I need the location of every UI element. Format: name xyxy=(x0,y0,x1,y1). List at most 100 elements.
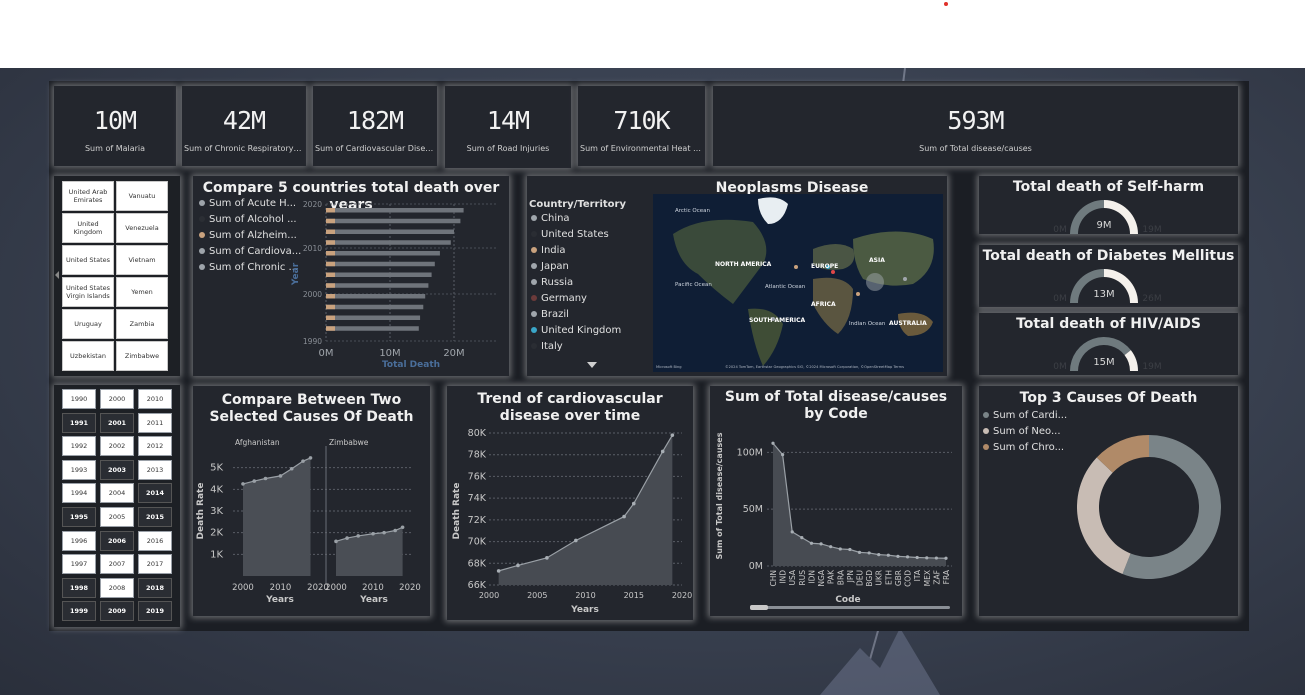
year-option[interactable]: 2000 xyxy=(100,389,134,409)
data-point[interactable] xyxy=(400,525,405,530)
bar-segment[interactable] xyxy=(326,261,335,267)
bar[interactable] xyxy=(326,304,424,310)
bar-segment[interactable] xyxy=(326,240,335,245)
year-option[interactable]: 2004 xyxy=(100,483,134,504)
data-point[interactable] xyxy=(886,553,890,557)
year-option[interactable]: 2013 xyxy=(138,459,172,480)
data-point[interactable] xyxy=(857,550,862,554)
legend-item[interactable]: Japan xyxy=(531,261,569,272)
year-option[interactable]: 2017 xyxy=(138,554,172,575)
year-option[interactable]: 2016 xyxy=(138,530,172,551)
bar[interactable] xyxy=(326,326,419,331)
data-point[interactable] xyxy=(660,449,665,454)
year-option[interactable]: 1992 xyxy=(62,436,96,457)
scrollbar-thumb[interactable] xyxy=(750,605,768,610)
data-point[interactable] xyxy=(867,551,871,555)
data-point[interactable] xyxy=(278,474,283,478)
year-option[interactable]: 1991 xyxy=(62,412,96,433)
legend-item[interactable]: Brazil xyxy=(531,309,569,320)
data-point[interactable] xyxy=(496,569,501,573)
bar-segment[interactable] xyxy=(326,218,335,224)
bar-segment[interactable] xyxy=(326,208,335,213)
year-option[interactable]: 2006 xyxy=(100,530,134,551)
year-option[interactable]: 2015 xyxy=(138,507,172,527)
country-option[interactable]: Zimbabwe xyxy=(116,341,168,371)
data-point[interactable] xyxy=(670,433,675,437)
data-point[interactable] xyxy=(308,456,313,460)
year-option[interactable]: 2001 xyxy=(100,412,134,433)
year-option[interactable]: 2003 xyxy=(100,459,134,480)
bar-segment[interactable] xyxy=(326,315,335,321)
country-option[interactable]: Yemen xyxy=(116,277,168,307)
data-point[interactable] xyxy=(819,542,823,546)
donut-slice[interactable] xyxy=(1077,457,1131,574)
year-option[interactable]: 2011 xyxy=(138,412,172,433)
country-option[interactable]: Uzbekistan xyxy=(62,341,114,371)
data-point[interactable] xyxy=(896,554,900,558)
bar[interactable] xyxy=(326,261,435,267)
scroll-left-icon[interactable] xyxy=(55,271,59,279)
country-option[interactable]: United States Virgin Islands xyxy=(62,277,114,307)
year-option[interactable]: 2008 xyxy=(100,577,134,598)
data-point[interactable] xyxy=(934,556,938,560)
bar[interactable] xyxy=(326,283,429,288)
country-option[interactable]: Vietnam xyxy=(116,245,168,275)
bar[interactable] xyxy=(326,218,461,224)
year-option[interactable]: 2014 xyxy=(138,483,172,504)
data-point[interactable] xyxy=(631,501,636,506)
data-point[interactable] xyxy=(838,547,842,551)
data-point[interactable] xyxy=(809,541,814,545)
horizontal-scrollbar[interactable] xyxy=(750,606,950,609)
data-point[interactable] xyxy=(252,479,257,483)
bar[interactable] xyxy=(326,315,421,321)
legend-item[interactable]: China xyxy=(531,213,570,224)
country-option[interactable]: Zambia xyxy=(116,309,168,339)
year-option[interactable]: 2007 xyxy=(100,554,134,575)
year-option[interactable]: 2009 xyxy=(100,601,134,622)
data-point[interactable] xyxy=(905,555,910,559)
country-option[interactable]: Venezuela xyxy=(116,213,168,243)
data-point[interactable] xyxy=(241,482,245,486)
data-point[interactable] xyxy=(915,555,919,560)
bar[interactable] xyxy=(326,229,454,235)
legend-item[interactable]: Russia xyxy=(531,277,573,288)
legend-item[interactable]: India xyxy=(531,245,566,256)
year-option[interactable]: 1993 xyxy=(62,459,96,480)
data-point[interactable] xyxy=(781,453,785,457)
data-point[interactable] xyxy=(574,538,578,543)
year-option[interactable]: 2018 xyxy=(138,577,172,598)
legend-item[interactable]: Italy xyxy=(531,341,563,352)
data-point[interactable] xyxy=(829,545,833,549)
bar-segment[interactable] xyxy=(326,294,335,299)
legend-item[interactable]: United Kingdom xyxy=(531,325,621,336)
data-point[interactable] xyxy=(771,441,775,445)
year-option[interactable]: 1994 xyxy=(62,483,96,504)
country-option[interactable]: United Kingdom xyxy=(62,213,114,243)
data-point[interactable] xyxy=(382,530,386,535)
year-option[interactable]: 2010 xyxy=(138,389,172,409)
data-point[interactable] xyxy=(545,556,549,560)
data-point[interactable] xyxy=(790,530,794,534)
year-option[interactable]: 1990 xyxy=(62,389,96,409)
bar-segment[interactable] xyxy=(326,326,335,331)
data-point[interactable] xyxy=(289,466,294,471)
year-option[interactable]: 2002 xyxy=(100,436,134,457)
legend-scroll-down-icon[interactable] xyxy=(587,362,597,368)
year-option[interactable]: 2012 xyxy=(138,436,172,457)
country-option[interactable]: Vanuatu xyxy=(116,181,168,211)
legend-item[interactable]: United States xyxy=(531,229,609,240)
year-option[interactable]: 1995 xyxy=(62,507,96,527)
world-map[interactable]: Arctic Ocean NORTH AMERICA EUROPE ASIA P… xyxy=(653,194,943,372)
legend-item[interactable]: Germany xyxy=(531,293,587,304)
bar-segment[interactable] xyxy=(326,272,335,278)
country-option[interactable]: United Arab Emirates xyxy=(62,181,114,211)
year-option[interactable]: 1997 xyxy=(62,554,96,575)
year-option[interactable]: 1998 xyxy=(62,577,96,598)
data-point[interactable] xyxy=(848,547,852,552)
data-point[interactable] xyxy=(944,556,948,560)
bar-segment[interactable] xyxy=(326,251,335,256)
data-point[interactable] xyxy=(516,563,520,568)
data-point[interactable] xyxy=(356,534,360,538)
data-point[interactable] xyxy=(925,556,929,560)
data-point[interactable] xyxy=(800,535,804,540)
